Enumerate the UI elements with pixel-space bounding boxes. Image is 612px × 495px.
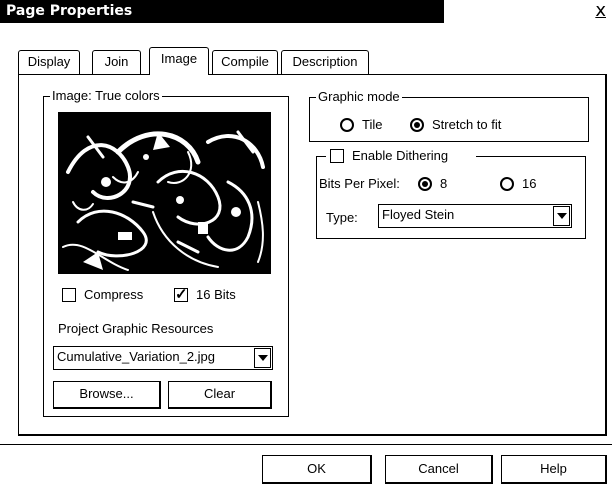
tab-display[interactable]: Display (18, 50, 80, 74)
stretch-to-fit-radio[interactable] (410, 118, 424, 132)
tab-display-label: Display (27, 54, 71, 69)
image-group-legend: Image: True colors (50, 88, 162, 103)
enable-dithering-checkbox[interactable] (330, 149, 344, 163)
resource-select-value: Cumulative_Variation_2.jpg (57, 349, 216, 364)
bits-16-label: 16 (522, 176, 537, 191)
active-tab-joint (150, 74, 208, 76)
tab-compile[interactable]: Compile (212, 50, 278, 74)
tab-description-label: Description (292, 54, 358, 69)
bits-per-pixel-label: Bits Per Pixel: (319, 176, 400, 191)
chevron-down-icon[interactable] (254, 348, 271, 368)
title-bar: Page Properties x (0, 0, 612, 23)
bits-8-radio[interactable] (418, 177, 432, 191)
compress-label: Compress (84, 287, 144, 302)
bits-16-radio[interactable] (500, 177, 514, 191)
graphic-mode-legend: Graphic mode (316, 89, 402, 104)
resource-select[interactable]: Cumulative_Variation_2.jpg (53, 346, 273, 370)
project-graphic-resources-label: Project Graphic Resources (58, 321, 214, 336)
bits-8-label: 8 (440, 176, 448, 191)
tab-description[interactable]: Description (281, 50, 369, 74)
tab-image-label: Image (160, 51, 198, 66)
16-bits-checkbox[interactable] (174, 285, 188, 303)
image-preview (58, 112, 271, 274)
window-title: Page Properties (6, 3, 133, 19)
tab-image[interactable]: Image (149, 47, 209, 75)
footer-separator (0, 444, 612, 445)
tab-compile-label: Compile (221, 54, 269, 69)
ok-button[interactable]: OK (262, 455, 372, 484)
close-icon[interactable]: x (595, 0, 606, 21)
tile-label: Tile (362, 117, 383, 132)
cancel-button[interactable]: Cancel (385, 455, 493, 484)
title-bar-right: x (444, 0, 612, 23)
image-preview-graphic (62, 130, 265, 271)
clear-button[interactable]: Clear (168, 381, 272, 409)
dithering-type-select[interactable]: Floyed Stein (378, 204, 572, 228)
chevron-down-icon[interactable] (553, 206, 570, 226)
16-bits-label: 16 Bits (196, 287, 236, 302)
tab-join[interactable]: Join (92, 50, 141, 74)
stretch-to-fit-label: Stretch to fit (432, 117, 502, 132)
tab-join-label: Join (104, 54, 129, 69)
page-properties-dialog: Page Properties x Display Join Image Com… (0, 0, 612, 495)
tile-radio[interactable] (340, 118, 354, 132)
type-label: Type: (326, 210, 358, 225)
browse-button[interactable]: Browse... (53, 381, 161, 409)
compress-checkbox[interactable] (62, 288, 76, 302)
enable-dithering-label: Enable Dithering (352, 148, 449, 163)
dithering-type-value: Floyed Stein (382, 207, 455, 222)
help-button[interactable]: Help (501, 455, 607, 484)
